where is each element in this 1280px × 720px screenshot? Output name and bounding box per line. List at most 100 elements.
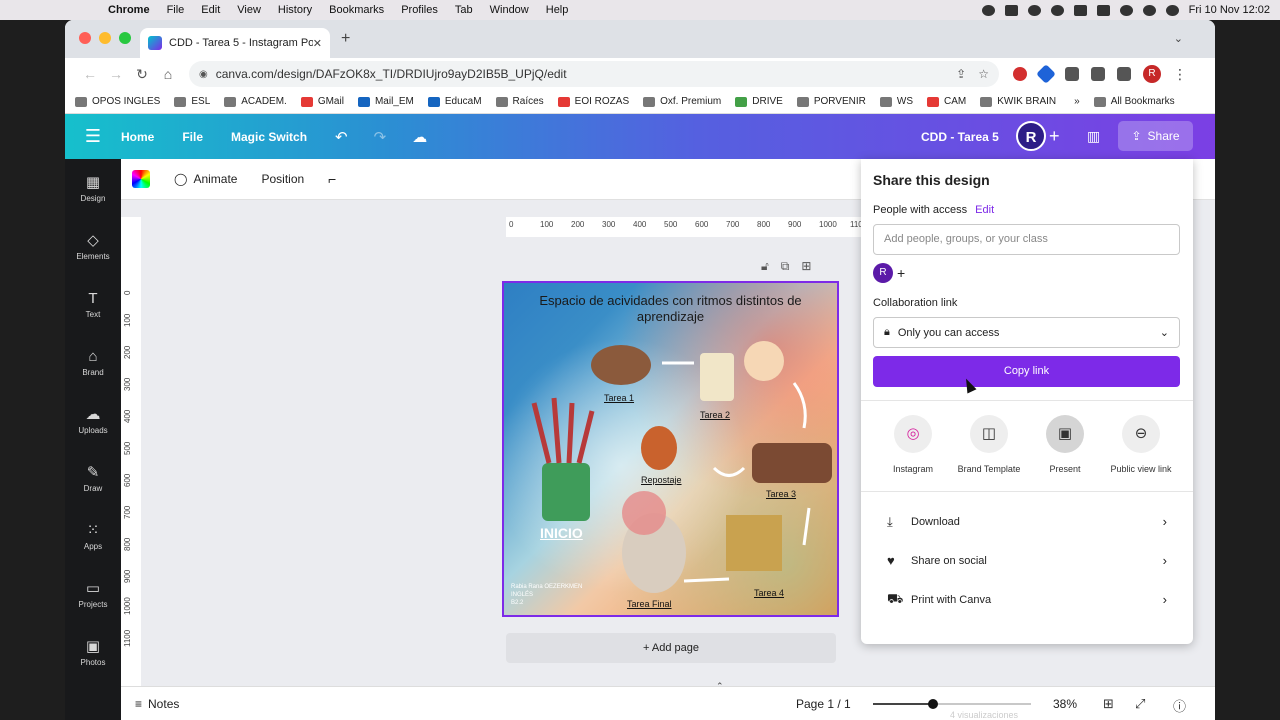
menu-bookmarks[interactable]: Bookmarks (329, 4, 384, 16)
grid-view-icon[interactable]: ⊞ (1103, 696, 1114, 712)
reading-list-icon[interactable] (1091, 67, 1105, 81)
volume-icon[interactable] (1004, 4, 1018, 16)
rail-design[interactable]: ▦ Design (65, 159, 121, 217)
bookmark-raices[interactable]: Raíces (495, 96, 544, 107)
access-level-select[interactable]: 🔒︎ Only you can access ⌄ (873, 317, 1180, 348)
home-button[interactable]: ⌂ (155, 66, 181, 82)
add-page-button[interactable]: + Add page (506, 633, 836, 663)
status-app-icon[interactable] (981, 4, 995, 16)
bookmarks-overflow-button[interactable]: » (1074, 96, 1080, 107)
fullscreen-icon[interactable]: ⤢ (1135, 696, 1145, 712)
add-page-icon[interactable]: ⊞ (801, 259, 811, 274)
lock-page-icon[interactable]: 🔓︎ (761, 259, 769, 274)
nav-home[interactable]: Home (121, 130, 154, 144)
option-instagram[interactable]: ◎ Instagram (875, 415, 951, 475)
option-public-view-link[interactable]: ⊖ Public view link (1103, 415, 1179, 475)
zoom-window-button[interactable] (119, 32, 131, 44)
insights-chart-icon[interactable]: ▥ (1087, 128, 1100, 145)
rail-apps[interactable]: ⁙ Apps (65, 507, 121, 565)
print-with-canva-item[interactable]: ⛟ Print with Canva › (873, 580, 1181, 619)
bookmark-esl[interactable]: ESL (174, 96, 210, 107)
bookmark-opos-ingles[interactable]: OPOS INGLES (75, 96, 160, 107)
paint-format-icon[interactable]: ⌐ (328, 171, 336, 187)
share-page-icon[interactable]: ⇪ (956, 67, 966, 81)
clock[interactable]: Fri 10 Nov 12:02 (1189, 4, 1270, 16)
back-button[interactable]: ← (77, 66, 103, 82)
site-info-icon[interactable]: ◉ (199, 69, 208, 80)
add-person-plus-icon[interactable]: + (897, 265, 905, 281)
hamburger-menu-icon[interactable]: ☰ (65, 126, 121, 147)
rail-text[interactable]: T Text (65, 275, 121, 333)
rail-photos[interactable]: ▣ Photos (65, 623, 121, 681)
minimize-window-button[interactable] (99, 32, 111, 44)
option-present[interactable]: ▣ Present (1027, 415, 1103, 475)
copy-link-button[interactable]: Copy link (873, 356, 1180, 387)
undo-icon[interactable]: ↶ (335, 128, 348, 146)
invite-plus-icon[interactable]: + (1049, 126, 1060, 147)
extensions-puzzle-icon[interactable] (1065, 67, 1079, 81)
tab-search-chevron-icon[interactable]: ⌄ (1174, 32, 1183, 45)
url-text[interactable]: canva.com/design/DAFzOK8x_TI/DRDIUjro9ay… (216, 67, 944, 81)
bookmark-ws[interactable]: WS (879, 96, 913, 107)
bookmark-gmail[interactable]: GMail (300, 96, 344, 107)
nav-file[interactable]: File (182, 130, 203, 144)
redo-icon[interactable]: ↷ (374, 128, 387, 146)
siri-icon[interactable] (1165, 4, 1179, 16)
owner-avatar[interactable]: R (873, 263, 893, 283)
rail-projects[interactable]: ▭ Projects (65, 565, 121, 623)
forward-button[interactable]: → (103, 66, 129, 82)
chrome-menu-icon[interactable]: ⋮ (1173, 67, 1187, 81)
menu-edit[interactable]: Edit (201, 4, 220, 16)
browser-tab-active[interactable]: CDD - Tarea 5 - Instagram Pos ✕ (140, 28, 330, 58)
animate-button[interactable]: ◯ Animate (174, 172, 237, 186)
option-brand-template[interactable]: ◫ Brand Template (951, 415, 1027, 475)
document-title[interactable]: CDD - Tarea 5 (921, 130, 999, 144)
menu-profiles[interactable]: Profiles (401, 4, 438, 16)
new-tab-button[interactable]: + (341, 30, 350, 48)
reload-button[interactable]: ↻ (129, 66, 155, 83)
notes-button[interactable]: ≡ Notes (135, 697, 179, 711)
close-tab-icon[interactable]: ✕ (313, 37, 322, 50)
menu-file[interactable]: File (167, 4, 185, 16)
zoom-slider-handle[interactable] (928, 699, 939, 709)
menu-window[interactable]: Window (490, 4, 529, 16)
bookmark-educam[interactable]: EducaM (427, 96, 482, 107)
all-bookmarks-button[interactable]: All Bookmarks (1093, 96, 1175, 107)
bookmark-porvenir[interactable]: PORVENIR (796, 96, 866, 107)
rail-brand[interactable]: ⌂ Brand (65, 333, 121, 391)
help-icon[interactable]: ⓘ (1173, 696, 1186, 715)
menu-tab[interactable]: Tab (455, 4, 473, 16)
headphones-icon[interactable] (1050, 4, 1064, 16)
bookmark-academ[interactable]: ACADEM. (224, 96, 287, 107)
close-window-button[interactable] (79, 32, 91, 44)
share-on-social-item[interactable]: ♥ Share on social › (873, 541, 1181, 580)
user-avatar[interactable]: R (1016, 121, 1046, 151)
menu-app[interactable]: Chrome (108, 4, 150, 16)
spotlight-icon[interactable] (1142, 4, 1156, 16)
play-icon[interactable] (1027, 4, 1041, 16)
bookmark-drive[interactable]: DRIVE (735, 96, 783, 107)
bookmark-cam[interactable]: CAM (926, 96, 966, 107)
address-bar[interactable]: ◉ canva.com/design/DAFzOK8x_TI/DRDIUjro9… (189, 61, 999, 87)
design-page[interactable]: Espacio de acividades con ritmos distint… (502, 281, 839, 617)
menu-help[interactable]: Help (546, 4, 569, 16)
bookmark-oxf-premium[interactable]: Oxf. Premium (643, 96, 721, 107)
zoom-level[interactable]: 38% (1053, 697, 1077, 711)
side-panel-icon[interactable] (1117, 67, 1131, 81)
wifi-icon[interactable] (1119, 4, 1133, 16)
color-swatch-button[interactable] (132, 170, 150, 188)
battery-icon[interactable] (1096, 4, 1110, 16)
position-button[interactable]: Position (261, 172, 304, 186)
bookmark-kwik-brain[interactable]: KWIK BRAIN (980, 96, 1056, 107)
input-source-icon[interactable] (1073, 4, 1087, 16)
bookmark-star-icon[interactable]: ☆ (978, 67, 989, 81)
rail-uploads[interactable]: ☁ Uploads (65, 391, 121, 449)
add-people-input[interactable]: Add people, groups, or your class (873, 224, 1180, 255)
share-button[interactable]: ⇪ Share (1118, 121, 1193, 151)
profile-avatar[interactable]: R (1143, 65, 1161, 83)
duplicate-page-icon[interactable]: ⧉ (781, 259, 790, 274)
bookmark-eoi-rozas[interactable]: EOI ROZAS (557, 96, 629, 107)
download-item[interactable]: ⤓ Download › (873, 502, 1181, 541)
extension-blue-icon[interactable] (1036, 64, 1056, 84)
rail-draw[interactable]: ✎ Draw (65, 449, 121, 507)
